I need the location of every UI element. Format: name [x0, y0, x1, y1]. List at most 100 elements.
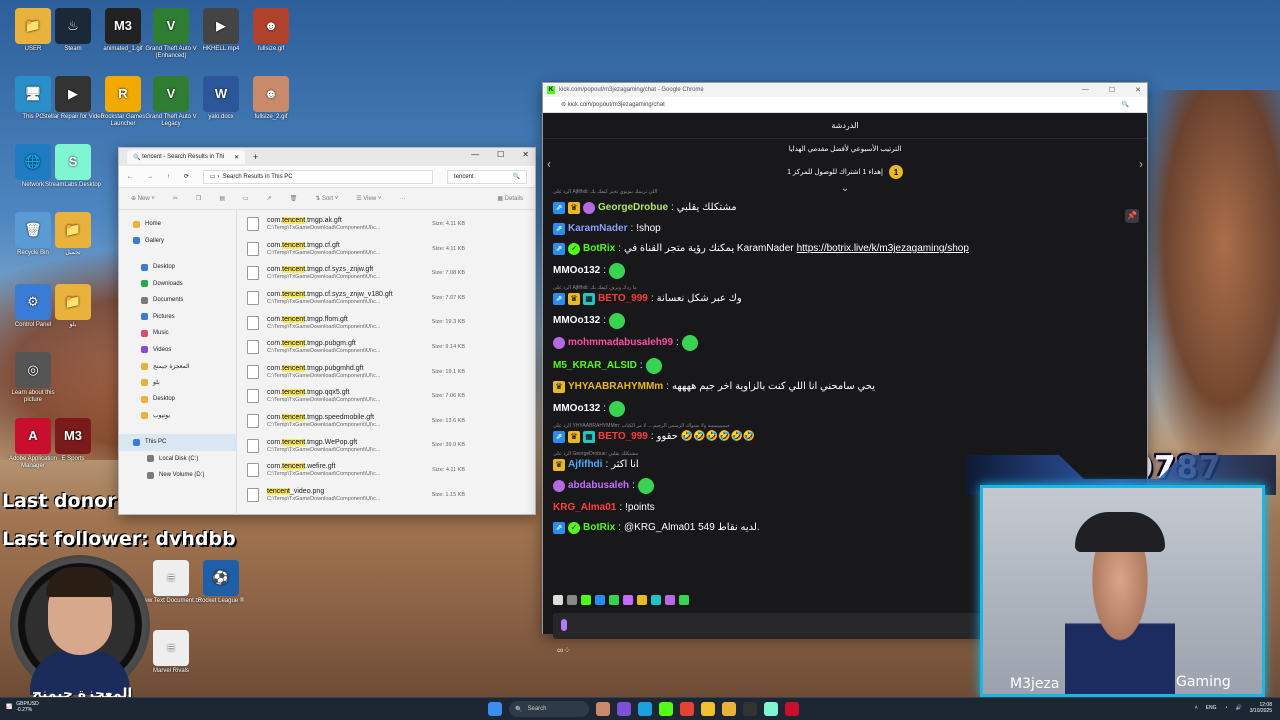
new-button[interactable]: ⊕ New ˅ — [131, 195, 155, 202]
desktop-icon[interactable]: ☻ fullsize_2.gif — [240, 76, 302, 121]
chevron-up-icon[interactable]: ˄ — [1195, 705, 1198, 711]
maximize-icon[interactable]: ☐ — [1109, 86, 1115, 94]
more-button[interactable]: ··· — [399, 196, 405, 202]
up-arrow-icon[interactable]: ↑ — [167, 174, 170, 180]
edge-icon[interactable] — [638, 702, 652, 716]
details-button[interactable]: ▦ Details — [497, 195, 523, 202]
file-row[interactable]: com.tencent.tmgp.pubgmhd.gft C:\Temp\TxGa… — [247, 360, 525, 385]
file-row[interactable]: com.tencent.tmgp.cf.gft C:\Temp\TxGameDow… — [247, 237, 525, 262]
chat-username[interactable]: BETO_999 — [598, 430, 648, 444]
chat-username[interactable]: mohmmadabusaleh99 — [568, 336, 673, 350]
emote-icon[interactable] — [679, 595, 689, 605]
close-icon[interactable]: ✕ — [1135, 86, 1141, 94]
chat-message[interactable]: mohmmadabusaleh99: — [553, 335, 1133, 351]
chrome-titlebar[interactable]: K kick.com/popout/m3jezagaming/chat - Go… — [543, 83, 1147, 97]
language-indicator[interactable]: ENG — [1206, 705, 1217, 711]
minimize-icon[interactable]: — — [1082, 86, 1089, 94]
taskbar-search[interactable]: 🔍 Search — [509, 701, 589, 717]
sidebar-item[interactable]: Pictures — [119, 309, 236, 326]
chat-message[interactable]: MMOo132: — [553, 262, 1133, 279]
emote-icon[interactable] — [567, 595, 577, 605]
stock-widget[interactable]: 📈 GBP/USD -0.27% — [6, 701, 39, 713]
chat-username[interactable]: BotRix — [583, 242, 615, 256]
sidebar-item[interactable]: Downloads — [119, 276, 236, 293]
kick-icon[interactable] — [659, 702, 673, 716]
widgets-icon[interactable] — [596, 702, 610, 716]
chrome-icon[interactable] — [701, 702, 715, 716]
close-tab-icon[interactable]: ✕ — [234, 154, 239, 161]
view-button[interactable]: ☰ View ˅ — [356, 195, 381, 202]
emote-icon[interactable] — [581, 595, 591, 605]
emote-icon[interactable] — [553, 595, 563, 605]
chat-message[interactable]: ♛ YHYAABRAHYMMm: يحي سامحني انا اللي كنت ب… — [553, 380, 1133, 394]
chat-username[interactable]: abdabusaleh — [568, 479, 629, 493]
emote-icon[interactable] — [651, 595, 661, 605]
chat-username[interactable]: Ajfifhdi — [568, 458, 602, 472]
back-arrow-icon[interactable]: ← — [127, 174, 133, 180]
paste-icon[interactable]: ▤ — [219, 195, 225, 202]
emote-bar[interactable] — [553, 595, 689, 605]
emote-icon[interactable] — [665, 595, 675, 605]
chrome-url-bar[interactable]: ⊜ kick.com/popout/m3jezagaming/chat 🔍 — [543, 97, 1147, 113]
explorer-search-input[interactable]: tencent 🔍 — [447, 169, 527, 184]
sidebar-item[interactable]: يوتيوب — [119, 408, 236, 425]
chat-message[interactable]: M5_KRAR_ALSID: — [553, 357, 1133, 374]
forward-arrow-icon[interactable]: → — [147, 174, 153, 180]
cut-icon[interactable]: ✂ — [173, 195, 178, 202]
chevron-right-icon[interactable]: › — [1139, 157, 1143, 171]
file-row[interactable]: com.tencent.tmgp.ak.gft C:\Temp\TxGameDow… — [247, 212, 525, 237]
delete-icon[interactable]: 🗑 — [290, 195, 298, 202]
file-row[interactable]: tencent_video.png C:\Temp\TxGameDownload\… — [247, 483, 525, 508]
file-explorer-window[interactable]: 🔍 tencent - Search Results in Thi ✕ + — … — [118, 147, 536, 515]
zoom-icon[interactable]: 🔍 — [1122, 101, 1129, 108]
rockstar-icon[interactable] — [785, 702, 799, 716]
file-row[interactable]: com.tencent.tmgp.speedmobile.gft C:\Temp\… — [247, 409, 525, 434]
chat-message[interactable]: MMOo132: — [553, 312, 1133, 329]
explorer-tab[interactable]: 🔍 tencent - Search Results in Thi ✕ — [127, 150, 245, 164]
desktop-icon[interactable]: ⚽ Rocket League ® — [190, 560, 252, 605]
sort-button[interactable]: ⇅ Sort ˅ — [315, 195, 338, 202]
file-row[interactable]: com.tencent.wefire.gft C:\Temp\TxGameDown… — [247, 458, 525, 483]
copy-icon[interactable]: ❐ — [196, 195, 201, 202]
sidebar-item[interactable]: Local Disk (C:) — [119, 451, 236, 468]
share-icon[interactable]: ↗ — [267, 195, 272, 202]
emote-icon[interactable] — [637, 595, 647, 605]
close-icon[interactable]: ✕ — [522, 150, 529, 159]
address-bar[interactable]: ▭ › Search Results in This PC — [203, 169, 433, 184]
chat-message[interactable]: MMOo132: — [553, 400, 1133, 417]
chat-message[interactable]: ⇗ ♛ ▦ BETO_999: وك عبر شكل نعسانة — [553, 292, 1133, 306]
maximize-icon[interactable]: ☐ — [497, 150, 504, 159]
volume-icon[interactable]: 🔊 — [1236, 705, 1242, 711]
desktop-icon[interactable]: S StreamLabs Desktop — [42, 144, 104, 189]
chat-username[interactable]: KRG_Alma01 — [553, 501, 616, 515]
chat-message[interactable]: ⇗ ✓ BotRix: يمكنك رؤية متجر القناة في Karam… — [553, 242, 1133, 256]
desktop-icon[interactable]: 📁 تحميل — [42, 212, 104, 257]
chat-message[interactable]: ⇗ ♛ ▦ BETO_999: حقوو 🤣🤣🤣🤣🤣🤣 — [553, 430, 1133, 444]
sidebar-item[interactable]: Music — [119, 325, 236, 342]
chat-username[interactable]: MMOo132 — [553, 314, 600, 328]
site-info-icon[interactable]: ⊜ — [561, 102, 568, 108]
chat-username[interactable]: MMOo132 — [553, 402, 600, 416]
sidebar-item[interactable]: المعجزة جيمنج — [119, 358, 236, 375]
start-icon[interactable] — [488, 702, 502, 716]
file-row[interactable]: com.tencent.tmgp.WePop.gft C:\Temp\TxGame… — [247, 433, 525, 458]
file-row[interactable]: com.tencent.tmgp.qqx5.gft C:\Temp\TxGameD… — [247, 384, 525, 409]
sidebar-item[interactable]: Desktop — [119, 259, 236, 276]
file-row[interactable]: com.tencent.tmgp.pubgm.gft C:\Temp\TxGame… — [247, 335, 525, 360]
emote-icon[interactable] — [609, 595, 619, 605]
chat-username[interactable]: BETO_999 — [598, 292, 648, 306]
desktop-icon[interactable]: ≡ Marvel Rivals — [140, 630, 202, 675]
desktop-icon[interactable]: M3 E Sports — [42, 418, 104, 463]
chat-footer-icons[interactable]: ∞⁘ — [557, 645, 571, 656]
streamlabs-icon[interactable] — [764, 702, 778, 716]
file-row[interactable]: com.tencent.tmgp.ffom.gft C:\Temp\TxGameD… — [247, 310, 525, 335]
sidebar-item[interactable]: Documents — [119, 292, 236, 309]
chat-username[interactable]: BotRix — [583, 521, 615, 535]
obs-icon[interactable] — [743, 702, 757, 716]
chat-username[interactable]: MMOo132 — [553, 264, 600, 278]
desktop-icon[interactable]: ◎ Learn about this picture — [2, 352, 64, 403]
sidebar-item[interactable]: Videos — [119, 342, 236, 359]
folder-icon[interactable] — [722, 702, 736, 716]
chevron-left-icon[interactable]: ‹ — [547, 157, 551, 171]
chat-message[interactable]: ⇗ KaramNader: !shop — [553, 222, 1133, 236]
